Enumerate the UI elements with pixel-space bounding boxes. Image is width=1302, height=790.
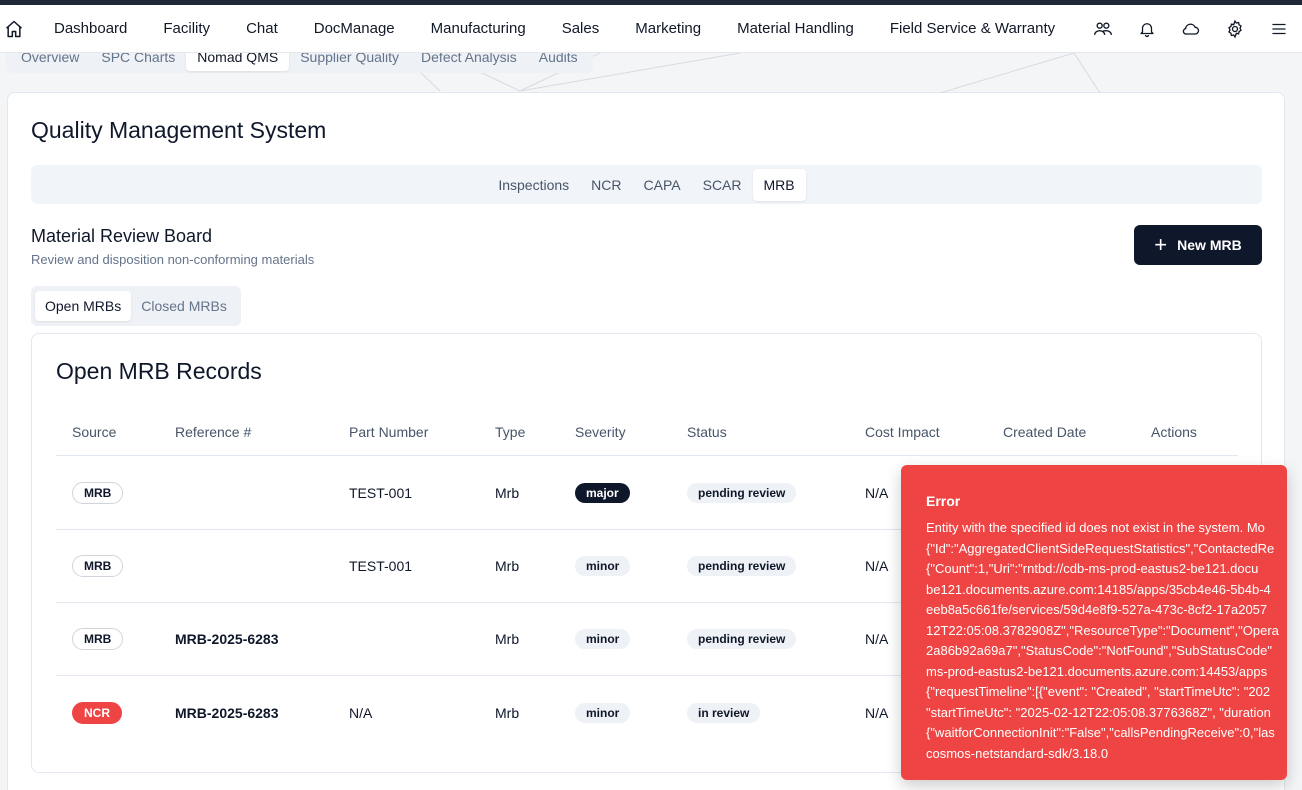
toast-message-line: ms-prod-eastus2-be121.documents.azure.co…	[926, 663, 1268, 679]
source-badge: MRB	[72, 482, 124, 504]
column-header: Source	[72, 424, 117, 440]
toast-message-line: "startTimeUtc": "2025-02-12T22:05:08.377…	[926, 704, 1271, 720]
toast-message-line: {"requestTimeline":[{"event": "Created",…	[926, 684, 1271, 699]
cloud-icon[interactable]	[1169, 9, 1213, 49]
nav-item-docmanage[interactable]: DocManage	[314, 20, 395, 37]
status-badge: in review	[687, 702, 761, 723]
status-badge: pending review	[687, 483, 797, 503]
tab-scar[interactable]: SCAR	[692, 169, 753, 201]
cost-impact-cell: N/A	[865, 704, 889, 721]
mrb-status-tabs: Open MRBs Closed MRBs	[31, 286, 241, 326]
cost-impact-cell: N/A	[865, 558, 889, 574]
severity-badge: minor	[575, 629, 631, 649]
tab-mrb[interactable]: MRB	[752, 168, 806, 201]
source-badge: NCR	[72, 701, 122, 724]
toast-message-line: 12T22:05:08.3782908Z","ResourceType":"Do…	[926, 622, 1279, 638]
type-cell: Mrb	[495, 704, 520, 721]
toast-message-line: {"Count":1,"Uri":"rntbd://cdb-ms-prod-ea…	[926, 561, 1259, 576]
gear-icon[interactable]	[1213, 9, 1257, 49]
nav-menu: Dashboard Facility Chat DocManage Manufa…	[36, 5, 1073, 53]
type-cell: Mrb	[495, 558, 520, 574]
column-header: Reference #	[175, 424, 252, 440]
part-number-cell: N/A	[349, 704, 373, 721]
severity-badge: major	[575, 483, 630, 503]
table-header: Source Reference # Part Number Type Seve…	[56, 420, 1238, 456]
source-badge: MRB	[72, 555, 124, 577]
error-toast[interactable]: Error Entity with the specified id does …	[901, 465, 1287, 780]
toast-message-line: 2a86b92a69a7","StatusCode":"NotFound","S…	[926, 643, 1272, 658]
status-badge: pending review	[687, 556, 797, 576]
tab-inspections[interactable]: Inspections	[487, 169, 580, 201]
tab-closed-mrbs[interactable]: Closed MRBs	[131, 291, 237, 321]
section-subtitle: Review and disposition non-conforming ma…	[31, 252, 315, 267]
nav-item-marketing[interactable]: Marketing	[635, 20, 701, 37]
new-mrb-button[interactable]: + New MRB	[1134, 225, 1262, 265]
hamburger-menu-icon[interactable]	[1257, 9, 1301, 49]
part-number-cell: TEST-001	[349, 558, 413, 574]
toast-message-line: {"Id":"AggregatedClientSideRequestStatis…	[926, 540, 1275, 556]
top-navbar: Dashboard Facility Chat DocManage Manufa…	[0, 5, 1302, 53]
cost-impact-cell: N/A	[865, 485, 889, 501]
plus-icon: +	[1154, 232, 1168, 257]
toast-message-line: eeb8a5c661fe/services/59d4e8f9-527a-473c…	[926, 602, 1268, 617]
nav-icon-group	[1081, 9, 1301, 49]
section-title: Material Review Board	[31, 226, 213, 246]
nav-item-sales[interactable]: Sales	[562, 20, 600, 37]
toast-message-line: {"waitforConnectionInit":"False","callsP…	[926, 725, 1275, 740]
qms-tab-bar: Inspections NCR CAPA SCAR MRB	[31, 165, 1262, 204]
column-header: Type	[495, 424, 526, 440]
column-header: Cost Impact	[865, 424, 940, 440]
status-badge: pending review	[687, 629, 797, 649]
tab-ncr[interactable]: NCR	[580, 169, 632, 201]
nav-item-chat[interactable]: Chat	[246, 20, 278, 37]
type-cell: Mrb	[495, 631, 520, 647]
toast-title: Error	[926, 493, 961, 509]
column-header: Actions	[1151, 424, 1197, 440]
users-icon[interactable]	[1081, 9, 1125, 49]
part-number-cell: TEST-001	[349, 485, 413, 501]
source-badge: MRB	[72, 628, 124, 650]
tab-capa[interactable]: CAPA	[633, 169, 692, 201]
nav-item-manufacturing[interactable]: Manufacturing	[431, 20, 526, 37]
nav-item-field-service[interactable]: Field Service & Warranty	[890, 20, 1055, 37]
records-title: Open MRB Records	[56, 358, 262, 384]
column-header: Status	[687, 424, 727, 440]
toast-message-line: be121.documents.azure.com:14185/apps/35c…	[926, 581, 1271, 597]
column-header: Part Number	[349, 424, 429, 440]
toast-message-line: Entity with the specified id does not ex…	[926, 520, 1265, 535]
home-icon[interactable]	[0, 5, 28, 53]
severity-badge: minor	[575, 556, 631, 576]
page-title: Quality Management System	[31, 117, 327, 143]
nav-item-dashboard[interactable]: Dashboard	[54, 20, 127, 37]
cost-impact-cell: N/A	[865, 631, 889, 647]
new-mrb-label: New MRB	[1177, 237, 1242, 253]
bell-icon[interactable]	[1125, 9, 1169, 49]
severity-badge: minor	[575, 702, 631, 723]
column-header: Severity	[575, 424, 626, 440]
type-cell: Mrb	[495, 485, 520, 501]
reference-cell: MRB-2025-6283	[175, 631, 279, 647]
nav-item-facility[interactable]: Facility	[163, 20, 210, 37]
column-header: Created Date	[1003, 424, 1087, 440]
nav-item-material-handling[interactable]: Material Handling	[737, 20, 854, 37]
toast-message-line: cosmos-netstandard-sdk/3.18.0	[926, 745, 1109, 761]
reference-cell: MRB-2025-6283	[175, 704, 279, 721]
tab-open-mrbs[interactable]: Open MRBs	[35, 291, 132, 321]
